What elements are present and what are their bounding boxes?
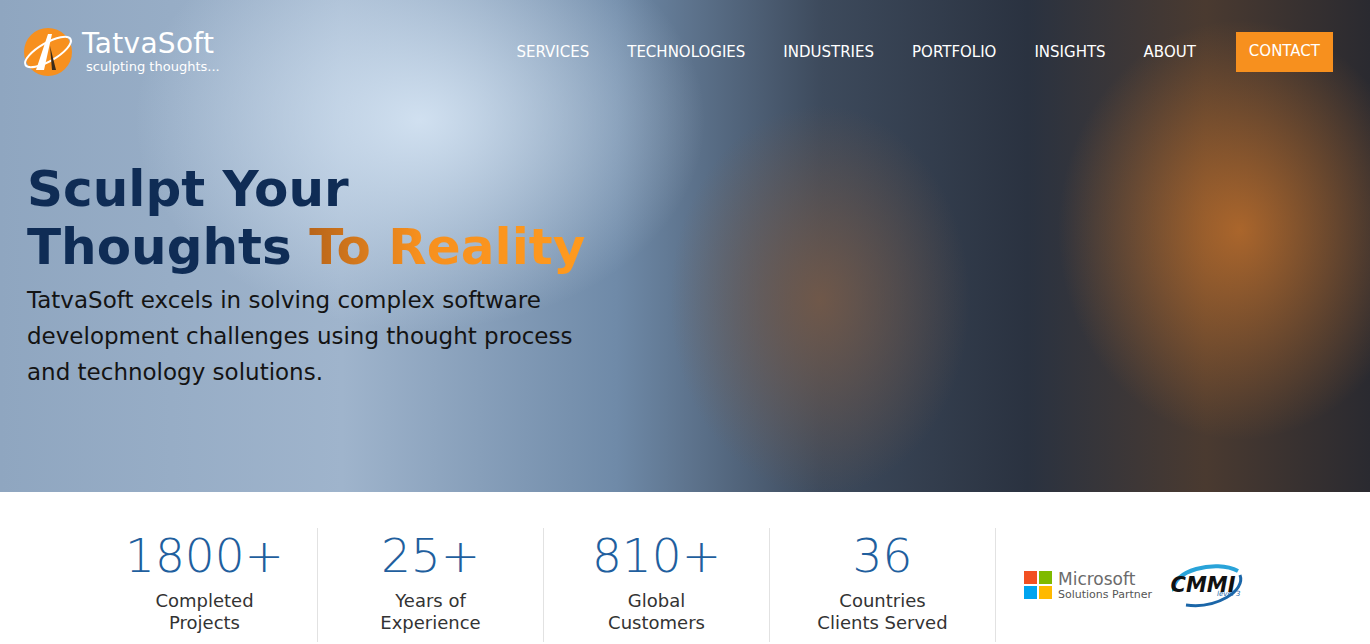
stat-label-line: Clients Served [817,612,947,633]
stat-item: 36 CountriesClients Served [770,528,996,642]
nav-item[interactable]: PORTFOLIO [912,43,996,61]
stat-item: 810+ GlobalCustomers [544,528,770,642]
contact-button[interactable]: CONTACT [1236,32,1333,72]
logo-name: TatvaSoft [82,29,220,59]
nav-item[interactable]: INDUSTRIES [783,43,874,61]
logo-square [1024,586,1037,599]
microsoft-badge: MicrosoftSolutions Partner [1024,570,1152,601]
logo-square [1039,571,1052,584]
title-accent: To Reality [309,218,585,276]
hero-banner: TatvaSoftsculpting thoughts... SERVICES TE… [0,0,1370,492]
hero-title: Sculpt YourThoughts To Reality [27,160,1370,276]
stat-item: 1800+ CompletedProjects [92,528,318,642]
title-line: Thoughts [27,218,292,276]
nav-item[interactable]: ABOUT [1144,43,1196,61]
cmmi-level: level 3 [1217,590,1240,598]
partner-badges: MicrosoftSolutions Partner CMMIlevel 3 [996,528,1246,642]
stat-value: 36 [853,528,913,584]
hero-content: Sculpt YourThoughts To RealityTatvaSoft … [0,78,1370,390]
logo-tagline: sculpting thoughts... [86,59,220,75]
logo-icon [22,26,74,78]
microsoft-name: Microsoft [1058,570,1152,588]
main-nav: SERVICES TECHNOLOGIES INDUSTRIES PORTFOLIO I… [516,32,1333,72]
stat-label: CompletedProjects [155,590,253,634]
nav-item[interactable]: TECHNOLOGIES [627,43,745,61]
stat-label: CountriesClients Served [817,590,947,634]
stat-label: Years ofExperience [380,590,480,634]
stat-value: 25+ [381,528,480,584]
title-line: Sculpt Your [27,160,349,218]
nav-item[interactable]: INSIGHTS [1034,43,1105,61]
microsoft-logo-icon [1024,571,1052,599]
stat-item: 25+ Years ofExperience [318,528,544,642]
stat-label-line: Projects [169,612,240,633]
microsoft-subtitle: Solutions Partner [1058,588,1152,601]
nav-item[interactable]: SERVICES [516,43,589,61]
stat-value: 810+ [592,528,721,584]
site-header: TatvaSoftsculpting thoughts... SERVICES TE… [0,0,1370,78]
cmmi-badge: CMMIlevel 3 [1166,557,1246,613]
stat-value: 1800+ [125,528,284,584]
hero-description: TatvaSoft excels in solving complex soft… [27,282,587,390]
stat-label-line: Countries [839,590,925,611]
logo-square [1039,586,1052,599]
logo-square [1024,571,1037,584]
stat-label-line: Experience [380,612,480,633]
stat-label-line: Customers [608,612,705,633]
logo-text: TatvaSoftsculpting thoughts... [82,29,220,75]
stat-label: GlobalCustomers [608,590,705,634]
stat-label-line: Years of [395,590,466,611]
microsoft-text: MicrosoftSolutions Partner [1058,570,1152,601]
stat-label-line: Global [628,590,685,611]
stats-strip: 1800+ CompletedProjects 25+ Years ofExperie… [0,492,1370,642]
site-logo[interactable]: TatvaSoftsculpting thoughts... [22,26,220,78]
stat-label-line: Completed [155,590,253,611]
